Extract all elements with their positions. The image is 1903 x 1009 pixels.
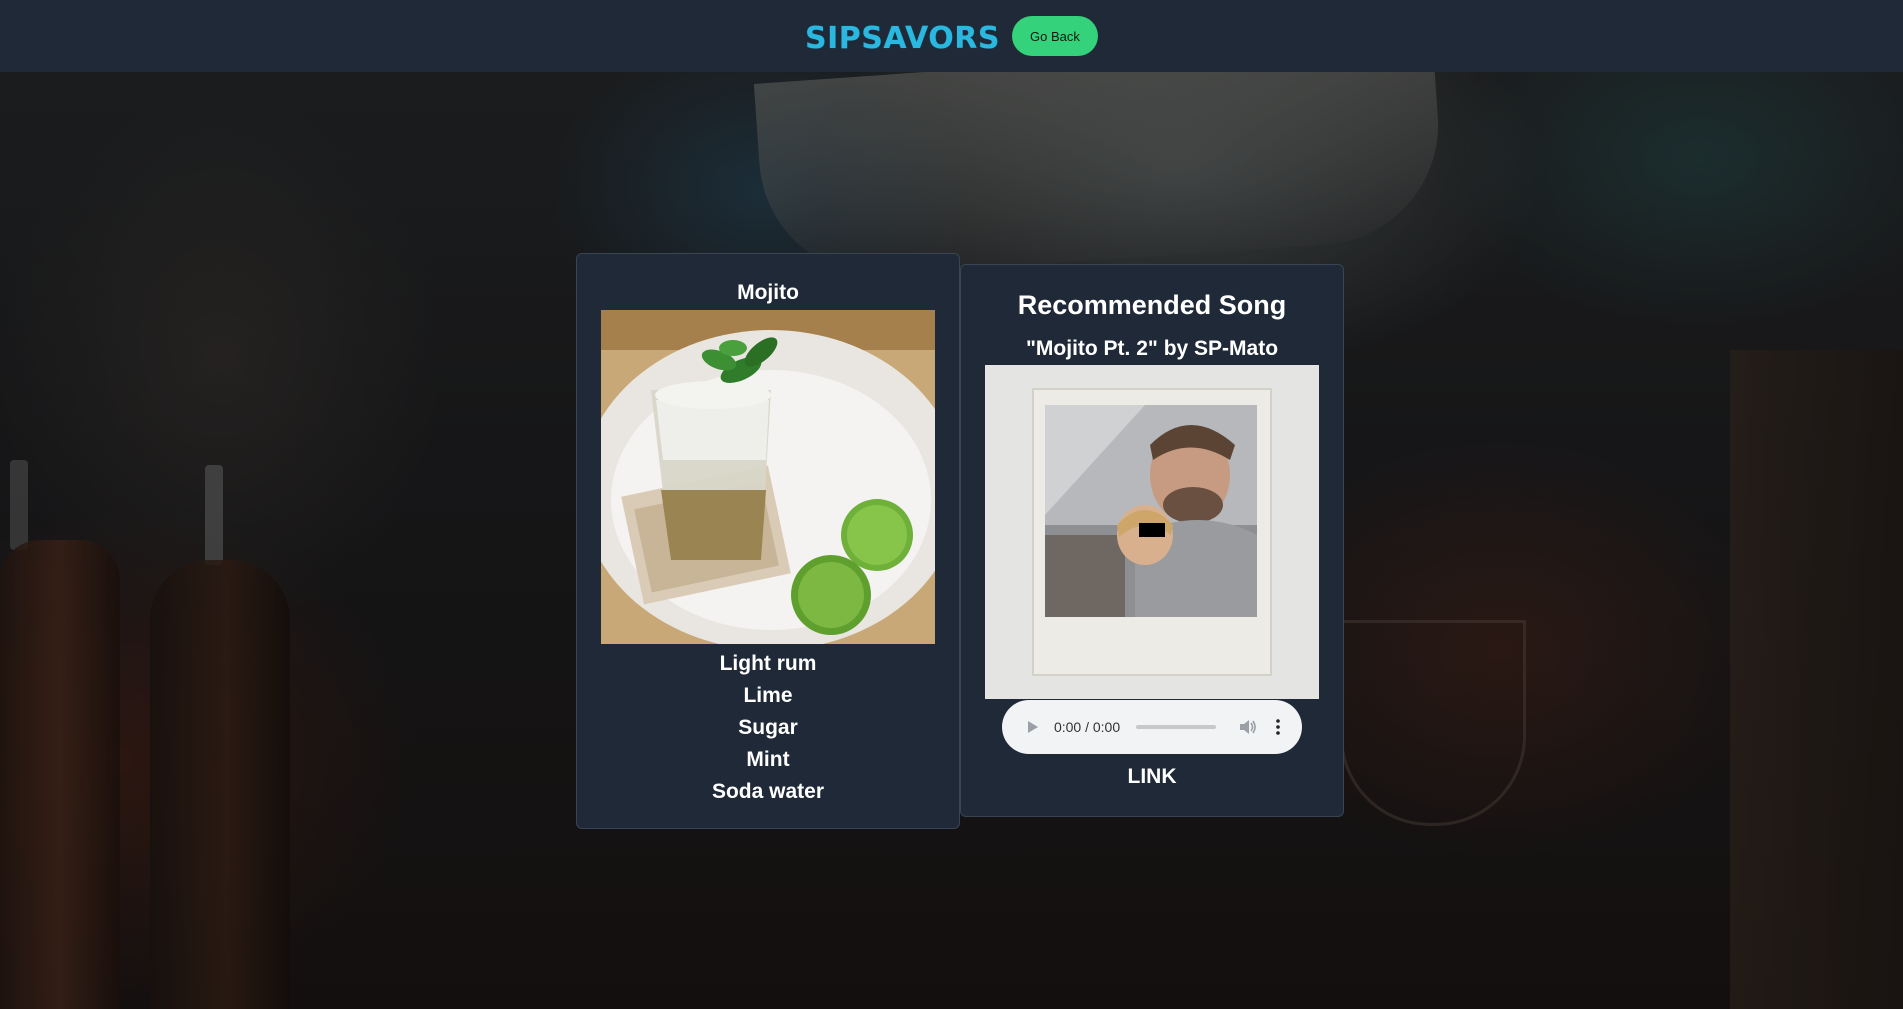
song-card: Recommended Song "Mojito Pt. 2" by SP-Ma… bbox=[960, 264, 1344, 817]
drink-card: Mojito Light rum Lime Sugar Mint Soda wa… bbox=[576, 253, 960, 829]
audio-player[interactable]: 0:00 / 0:00 bbox=[1002, 700, 1302, 754]
song-title: "Mojito Pt. 2" by SP-Mato bbox=[1025, 337, 1279, 360]
seek-bar[interactable] bbox=[1136, 725, 1217, 729]
drink-name: Mojito bbox=[737, 281, 799, 304]
ingredient-item: Soda water bbox=[711, 780, 825, 803]
play-icon[interactable] bbox=[1022, 716, 1044, 738]
ingredient-item: Lime bbox=[743, 684, 793, 707]
volume-icon[interactable] bbox=[1238, 717, 1258, 737]
song-link[interactable]: LINK bbox=[961, 765, 1343, 789]
top-navbar: SIPSAVORS Go Back bbox=[0, 0, 1903, 72]
album-art-image bbox=[985, 365, 1319, 699]
more-options-icon[interactable] bbox=[1270, 717, 1286, 737]
drink-image bbox=[601, 310, 935, 644]
site-logo[interactable]: SIPSAVORS bbox=[805, 21, 1000, 56]
player-time: 0:00 / 0:00 bbox=[1053, 719, 1121, 735]
ingredient-list: Light rum Lime Sugar Mint Soda water bbox=[577, 648, 959, 808]
ingredient-item: Sugar bbox=[738, 716, 798, 739]
go-back-button[interactable]: Go Back bbox=[1011, 16, 1098, 56]
ingredient-item: Mint bbox=[746, 748, 790, 771]
ingredient-item: Light rum bbox=[719, 652, 817, 675]
song-heading: Recommended Song bbox=[1017, 290, 1287, 320]
